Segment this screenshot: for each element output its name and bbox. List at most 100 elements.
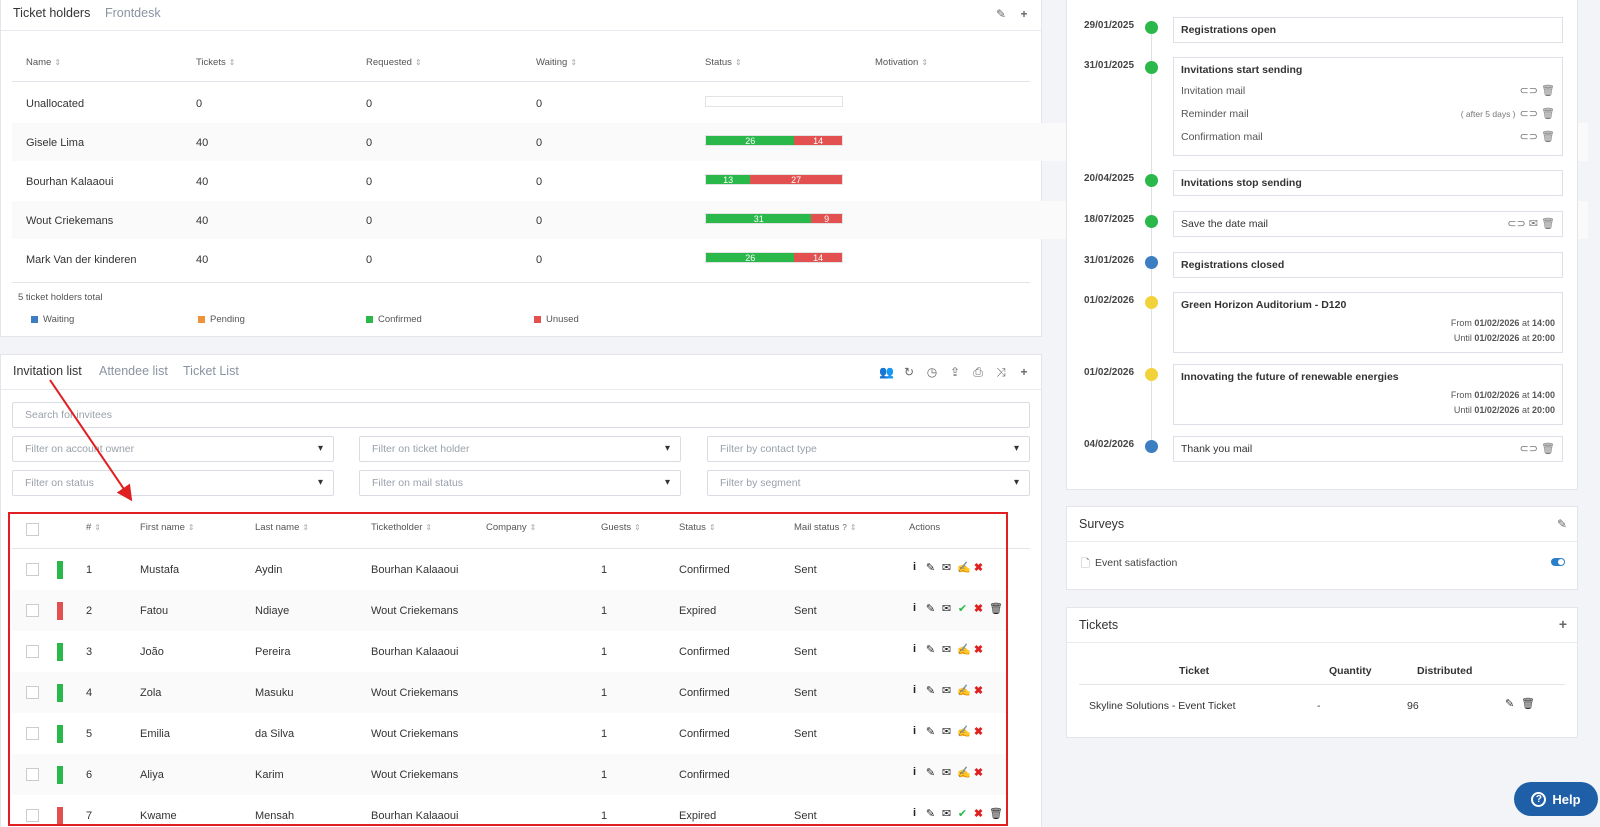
pencil-icon[interactable]: ✎ xyxy=(994,7,1008,21)
col-status[interactable]: Status ⇕ xyxy=(705,57,742,68)
table-row[interactable]: 6 Aliya Karim Wout Criekemans 1 Confirmed i ✎ ✉ ✍… xyxy=(12,754,1008,795)
refresh-icon[interactable]: ↻ xyxy=(902,365,916,380)
pencil-icon[interactable]: ✎ xyxy=(925,602,936,615)
tab-ticket-holders[interactable]: Ticket holders xyxy=(13,6,90,20)
timeline-event[interactable]: Save the date mail ⊂⊃ ✉ 🗑 xyxy=(1173,211,1563,237)
col-motivation[interactable]: Motivation ⇕ xyxy=(875,57,928,68)
timeline-event[interactable]: Invitations start sending Invitation mail… xyxy=(1173,57,1563,156)
edit-icon[interactable]: ✍ xyxy=(957,561,971,574)
users-icon[interactable]: 👥 xyxy=(879,365,894,380)
upload-icon[interactable]: ⇪ xyxy=(948,365,962,380)
info-icon[interactable]: i xyxy=(909,725,920,738)
timeline-event[interactable]: Green Horizon Auditorium - D120 From 01/0… xyxy=(1173,292,1563,353)
search-input[interactable]: Search for invitees xyxy=(12,402,1030,428)
mail-icon[interactable]: ✉ xyxy=(941,684,952,697)
trash-icon[interactable]: 🗑 xyxy=(989,807,1003,820)
pencil-icon[interactable]: ✎ xyxy=(925,643,936,656)
info-icon[interactable]: i xyxy=(909,807,920,820)
pencil-icon[interactable]: ✎ xyxy=(1557,517,1567,531)
timeline-event[interactable]: Thank you mail ⊂⊃ 🗑 xyxy=(1173,436,1563,462)
trash-icon[interactable]: 🗑 xyxy=(1541,131,1555,143)
select-all-checkbox[interactable] xyxy=(26,523,39,536)
toggle-icon[interactable]: ⊂⊃ xyxy=(1520,131,1538,143)
pencil-icon[interactable]: ✎ xyxy=(1505,697,1514,710)
edit-icon[interactable]: ✍ xyxy=(957,684,971,697)
trash-icon[interactable]: 🗑 xyxy=(1541,218,1555,230)
col-waiting[interactable]: Waiting ⇕ xyxy=(536,57,577,68)
filter-segment[interactable]: Filter by segment xyxy=(707,470,1030,496)
col-tickets[interactable]: Tickets ⇕ xyxy=(196,57,235,68)
trash-icon[interactable]: 🗑 xyxy=(1541,443,1555,455)
col-ticketholder[interactable]: Ticketholder ⇕ xyxy=(371,522,432,533)
row-checkbox[interactable] xyxy=(26,727,39,740)
col-last-name[interactable]: Last name ⇕ xyxy=(255,522,309,533)
close-icon[interactable]: ✖ xyxy=(973,602,984,615)
pencil-icon[interactable]: ✎ xyxy=(925,684,936,697)
mail-icon[interactable]: ✉ xyxy=(941,643,952,656)
table-row[interactable]: 2 Fatou Ndiaye Wout Criekemans 1 Expired Sent i… xyxy=(12,590,1008,631)
plus-icon[interactable]: + xyxy=(1017,365,1031,380)
toggle-icon[interactable]: ⊂⊃ xyxy=(1520,443,1538,455)
row-checkbox[interactable] xyxy=(26,809,39,822)
filter-account-owner[interactable]: Filter on account owner xyxy=(12,436,334,462)
tab-frontdesk[interactable]: Frontdesk xyxy=(105,6,161,20)
edit-icon[interactable]: ✍ xyxy=(957,643,971,656)
info-icon[interactable]: i xyxy=(909,766,920,779)
col-company[interactable]: Company ⇕ xyxy=(486,522,536,533)
survey-toggle[interactable] xyxy=(1551,558,1565,566)
trash-icon[interactable]: 🗑 xyxy=(1521,697,1535,710)
toggle-icon[interactable]: ⊂⊃ xyxy=(1520,85,1538,97)
plus-icon[interactable]: + xyxy=(1559,616,1567,632)
mail-icon[interactable]: ✉ xyxy=(941,602,952,615)
close-icon[interactable]: ✖ xyxy=(973,807,984,820)
mail-icon[interactable]: ✉ xyxy=(941,725,952,738)
row-checkbox[interactable] xyxy=(26,645,39,658)
survey-item[interactable]: Event satisfaction xyxy=(1095,557,1177,569)
close-icon[interactable]: ✖ xyxy=(973,725,984,738)
plus-icon[interactable]: + xyxy=(1017,7,1031,21)
close-icon[interactable]: ✖ xyxy=(973,643,984,656)
timeline-event[interactable]: Registrations open xyxy=(1173,17,1563,43)
mail-icon[interactable]: ✉ xyxy=(941,561,952,574)
close-icon[interactable]: ✖ xyxy=(973,684,984,697)
row-checkbox[interactable] xyxy=(26,686,39,699)
filter-contact-type[interactable]: Filter by contact type xyxy=(707,436,1030,462)
filter-mail-status[interactable]: Filter on mail status xyxy=(359,470,681,496)
clock-icon[interactable]: ◷ xyxy=(925,365,939,380)
trash-icon[interactable]: 🗑 xyxy=(1541,85,1555,97)
table-row[interactable]: 3 João Pereira Bourhan Kalaaoui 1 Confirmed Se… xyxy=(12,631,1008,672)
timeline-event[interactable]: Invitations stop sending xyxy=(1173,170,1563,196)
info-icon[interactable]: i xyxy=(909,643,920,656)
mail-icon[interactable]: ✉ xyxy=(1529,218,1538,230)
shuffle-icon[interactable]: ⤨ xyxy=(994,365,1008,380)
row-checkbox[interactable] xyxy=(26,768,39,781)
mail-item[interactable]: Confirmation mail ⊂⊃ 🗑 xyxy=(1181,126,1555,149)
col-name[interactable]: Name ⇕ xyxy=(26,57,61,68)
col-requested[interactable]: Requested ⇕ xyxy=(366,57,422,68)
edit-icon[interactable]: ✍ xyxy=(957,725,971,738)
toggle-icon[interactable]: ⊂⊃ xyxy=(1507,218,1525,230)
close-icon[interactable]: ✖ xyxy=(973,766,984,779)
col-guests[interactable]: Guests ⇕ xyxy=(601,522,641,533)
info-icon[interactable]: i xyxy=(909,561,920,574)
trash-icon[interactable]: 🗑 xyxy=(989,602,1003,615)
col-first-name[interactable]: First name ⇕ xyxy=(140,522,195,533)
check-icon[interactable]: ✔ xyxy=(957,807,968,820)
mail-icon[interactable]: ✉ xyxy=(941,807,952,820)
tab-invitation-list[interactable]: Invitation list xyxy=(13,364,82,378)
mail-item[interactable]: Reminder mail ( after 5 days ) ⊂⊃ 🗑 xyxy=(1181,103,1555,126)
filter-ticket-holder[interactable]: Filter on ticket holder xyxy=(359,436,681,462)
print-icon[interactable]: ⎙ xyxy=(971,365,985,380)
col-status[interactable]: Status ⇕ xyxy=(679,522,716,533)
pencil-icon[interactable]: ✎ xyxy=(925,561,936,574)
info-icon[interactable]: i xyxy=(909,684,920,697)
trash-icon[interactable]: 🗑 xyxy=(1541,108,1555,120)
filter-status[interactable]: Filter on status xyxy=(12,470,334,496)
timeline-event[interactable]: Innovating the future of renewable energ… xyxy=(1173,364,1563,425)
pencil-icon[interactable]: ✎ xyxy=(925,766,936,779)
check-icon[interactable]: ✔ xyxy=(957,602,968,615)
table-row[interactable]: 4 Zola Masuku Wout Criekemans 1 Confirmed Sent… xyxy=(12,672,1008,713)
table-row[interactable]: 1 Mustafa Aydin Bourhan Kalaaoui 1 Confirmed S… xyxy=(12,549,1008,590)
tab-attendee-list[interactable]: Attendee list xyxy=(99,364,168,378)
pencil-icon[interactable]: ✎ xyxy=(925,807,936,820)
